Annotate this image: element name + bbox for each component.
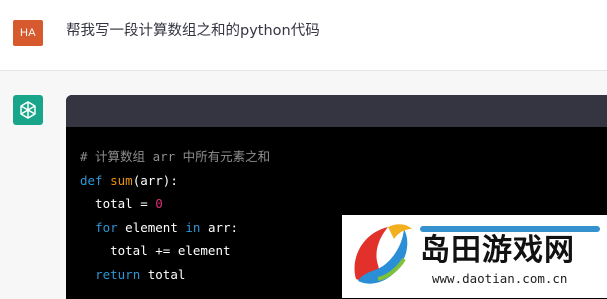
code-line-comment: # 计算数组 arr 中所有元素之和 — [80, 149, 271, 164]
code-keyword-def: def — [80, 172, 103, 188]
code-function-name: sum — [110, 172, 133, 188]
watermark-logo-icon — [348, 219, 416, 299]
code-def-args: (arr): — [132, 172, 178, 188]
watermark-title: 岛田游戏网 — [420, 233, 575, 268]
code-block-header — [66, 95, 607, 127]
code-line-accumulate: total += element — [80, 243, 231, 258]
code-keyword-return: return — [95, 266, 141, 282]
code-loop-var: element — [117, 219, 186, 235]
user-message-row: HA 帮我写一段计算数组之和的python代码 — [0, 0, 607, 70]
code-total-assign: total = — [80, 196, 156, 211]
code-keyword-for: for — [95, 219, 118, 235]
watermark-url: www.daotian.com.cn — [432, 271, 568, 286]
watermark: 岛田游戏网 www.daotian.com.cn — [342, 215, 607, 298]
openai-logo-icon — [13, 95, 43, 125]
user-message-text: 帮我写一段计算数组之和的python代码 — [66, 23, 320, 39]
user-avatar: HA — [13, 20, 43, 46]
code-number-zero: 0 — [155, 196, 163, 211]
code-loop-iter: arr: — [200, 219, 239, 235]
code-return-value: total — [140, 266, 186, 282]
code-keyword-in: in — [185, 219, 201, 235]
